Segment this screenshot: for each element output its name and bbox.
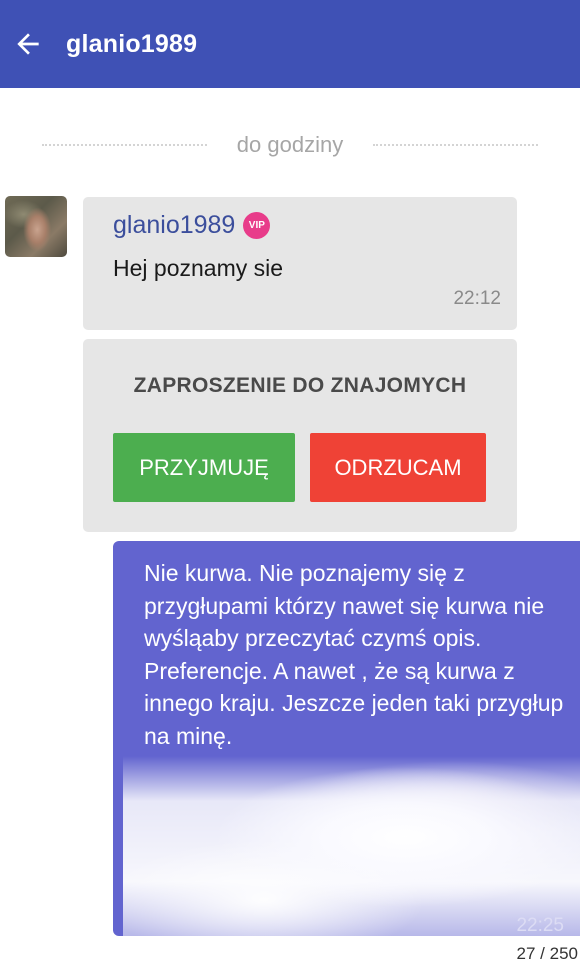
sender-name[interactable]: glanio1989 <box>113 211 235 240</box>
arrow-left-icon <box>17 33 39 55</box>
message-counter: 27 / 250 <box>516 944 578 963</box>
top-app-bar: glanio1989 <box>0 0 580 88</box>
sender-row: glanio1989 VIP <box>113 211 271 240</box>
separator-line-left <box>41 144 207 146</box>
accept-button[interactable]: PRZYJMUJĘ <box>113 433 295 502</box>
date-separator: do godziny <box>0 132 580 158</box>
censored-overlay <box>123 756 580 936</box>
incoming-message-bubble: glanio1989 VIP Hej poznamy sie 22:12 <box>83 197 517 330</box>
vip-badge-icon: VIP <box>243 212 271 239</box>
back-button[interactable] <box>10 26 46 62</box>
outgoing-message-time: 22:25 <box>516 915 564 936</box>
separator-line-right <box>373 144 539 146</box>
avatar[interactable] <box>5 196 67 257</box>
outgoing-message-text: Nie kurwa. Nie poznajemy się z przygłupa… <box>144 560 564 749</box>
invite-title: ZAPROSZENIE DO ZNAJOMYCH <box>133 374 467 397</box>
incoming-message-text: Hej poznamy sie <box>113 255 284 281</box>
date-separator-label: do godziny <box>236 132 344 157</box>
reject-button[interactable]: ODRZUCAM <box>310 433 486 502</box>
incoming-message-time: 22:12 <box>453 288 501 309</box>
chat-title: glanio1989 <box>66 29 198 58</box>
friend-invite-card: ZAPROSZENIE DO ZNAJOMYCH PRZYJMUJĘ ODRZU… <box>83 339 517 532</box>
outgoing-message-bubble: Nie kurwa. Nie poznajemy się z przygłupa… <box>113 541 580 936</box>
